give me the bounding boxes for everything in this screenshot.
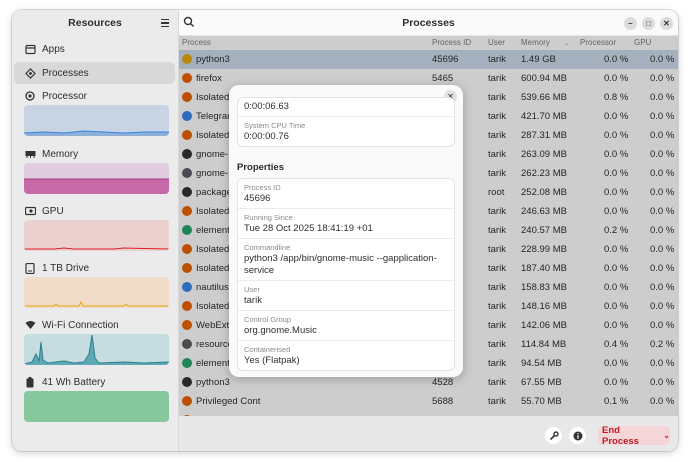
info-icon[interactable]: [569, 427, 586, 444]
field-value[interactable]: Yes (Flatpak): [244, 355, 448, 367]
resource-label: GPU: [42, 205, 64, 217]
containerised-field: Containerised Yes (Flatpak): [238, 341, 454, 370]
wrench-icon[interactable]: [545, 427, 562, 444]
resource-label: Memory: [42, 148, 79, 160]
field-value[interactable]: tarik: [244, 295, 448, 307]
resource-label: Wi-Fi Connection: [42, 319, 119, 331]
system-cpu-time-field: System CPU Time 0:00:00.76: [238, 117, 454, 146]
memory-icon: [24, 148, 36, 160]
battery-graph: [24, 391, 169, 422]
sidebar-header: Resources: [12, 10, 178, 36]
resource-label: 1 TB Drive: [42, 262, 90, 274]
commandline-field: Commandline python3 /app/bin/gnome-music…: [238, 239, 454, 281]
sidebar-item-memory[interactable]: Memory: [14, 146, 175, 194]
sidebar-item-apps[interactable]: Apps: [14, 38, 175, 60]
user-cpu-time-field: 0:00:06.63: [238, 98, 454, 117]
sidebar-item-processor[interactable]: Processor: [14, 88, 175, 136]
processor-icon: [24, 90, 36, 102]
field-label: Containerised: [244, 345, 291, 354]
wifi-graph: [24, 334, 169, 365]
battery-icon: [24, 376, 36, 388]
gpu-icon: [24, 205, 36, 217]
hamburger-menu-icon[interactable]: [158, 16, 172, 30]
properties-heading: Properties: [237, 162, 284, 173]
wifi-icon: [24, 319, 36, 331]
field-label: Commandline: [244, 243, 291, 252]
resource-label: 41 Wh Battery: [42, 376, 106, 388]
sidebar-item-drive[interactable]: 1 TB Drive: [14, 260, 175, 308]
end-process-label: End Process: [602, 424, 639, 447]
process-properties-dialog: ✕ 0:00:06.63 System CPU Time 0:00:00.76 …: [229, 85, 463, 377]
sidebar-item-gpu[interactable]: GPU: [14, 203, 175, 251]
field-value[interactable]: 45696: [244, 193, 448, 205]
field-value[interactable]: python3 /app/bin/gnome-music --gapplicat…: [244, 253, 448, 277]
chevron-down-icon[interactable]: ⌄: [663, 431, 670, 440]
close-icon[interactable]: ✕: [660, 17, 673, 30]
search-icon[interactable]: [183, 16, 197, 30]
page-title: Processes: [402, 16, 455, 29]
sidebar-item-battery[interactable]: 41 Wh Battery: [14, 374, 175, 422]
field-value: 0:00:06.63: [244, 101, 289, 112]
minimize-icon[interactable]: –: [624, 17, 637, 30]
apps-icon: [24, 43, 36, 55]
field-label: Process ID: [244, 183, 281, 192]
sidebar-item-wifi[interactable]: Wi-Fi Connection: [14, 317, 175, 365]
field-label: System CPU Time: [244, 121, 306, 130]
sidebar: Resources Apps Processes Processor Memor…: [12, 10, 179, 451]
drive-graph: [24, 277, 169, 308]
process-id-field: Process ID 45696: [238, 179, 454, 209]
field-label: User: [244, 285, 260, 294]
cpu-time-card: 0:00:06.63 System CPU Time 0:00:00.76: [237, 97, 455, 147]
resource-label: Processor: [42, 90, 88, 102]
maximize-icon[interactable]: □: [642, 17, 655, 30]
field-label: Running Since: [244, 213, 293, 222]
footer-bar: End Process ⌄: [179, 416, 678, 451]
user-field: User tarik: [238, 281, 454, 311]
field-value[interactable]: org.gnome.Music: [244, 325, 448, 337]
sidebar-item-label: Processes: [42, 67, 89, 79]
end-process-button[interactable]: End Process ⌄: [598, 424, 670, 447]
field-value[interactable]: Tue 28 Oct 2025 18:41:19 +01: [244, 223, 448, 235]
processor-graph: [24, 105, 169, 136]
header-bar: Processes – □ ✕: [179, 10, 678, 36]
properties-card: Process ID 45696 Running Since Tue 28 Oc…: [237, 178, 455, 371]
app-title: Resources: [68, 17, 122, 29]
sidebar-item-processes[interactable]: Processes: [14, 62, 175, 84]
running-since-field: Running Since Tue 28 Oct 2025 18:41:19 +…: [238, 209, 454, 239]
field-label: Control Group: [244, 315, 292, 324]
gpu-graph: [24, 220, 169, 251]
sidebar-item-label: Apps: [42, 43, 65, 55]
drive-icon: [24, 262, 36, 274]
processes-icon: [24, 67, 36, 79]
memory-graph: [24, 163, 169, 194]
field-value: 0:00:00.76: [244, 131, 289, 142]
control-group-field: Control Group org.gnome.Music: [238, 311, 454, 341]
